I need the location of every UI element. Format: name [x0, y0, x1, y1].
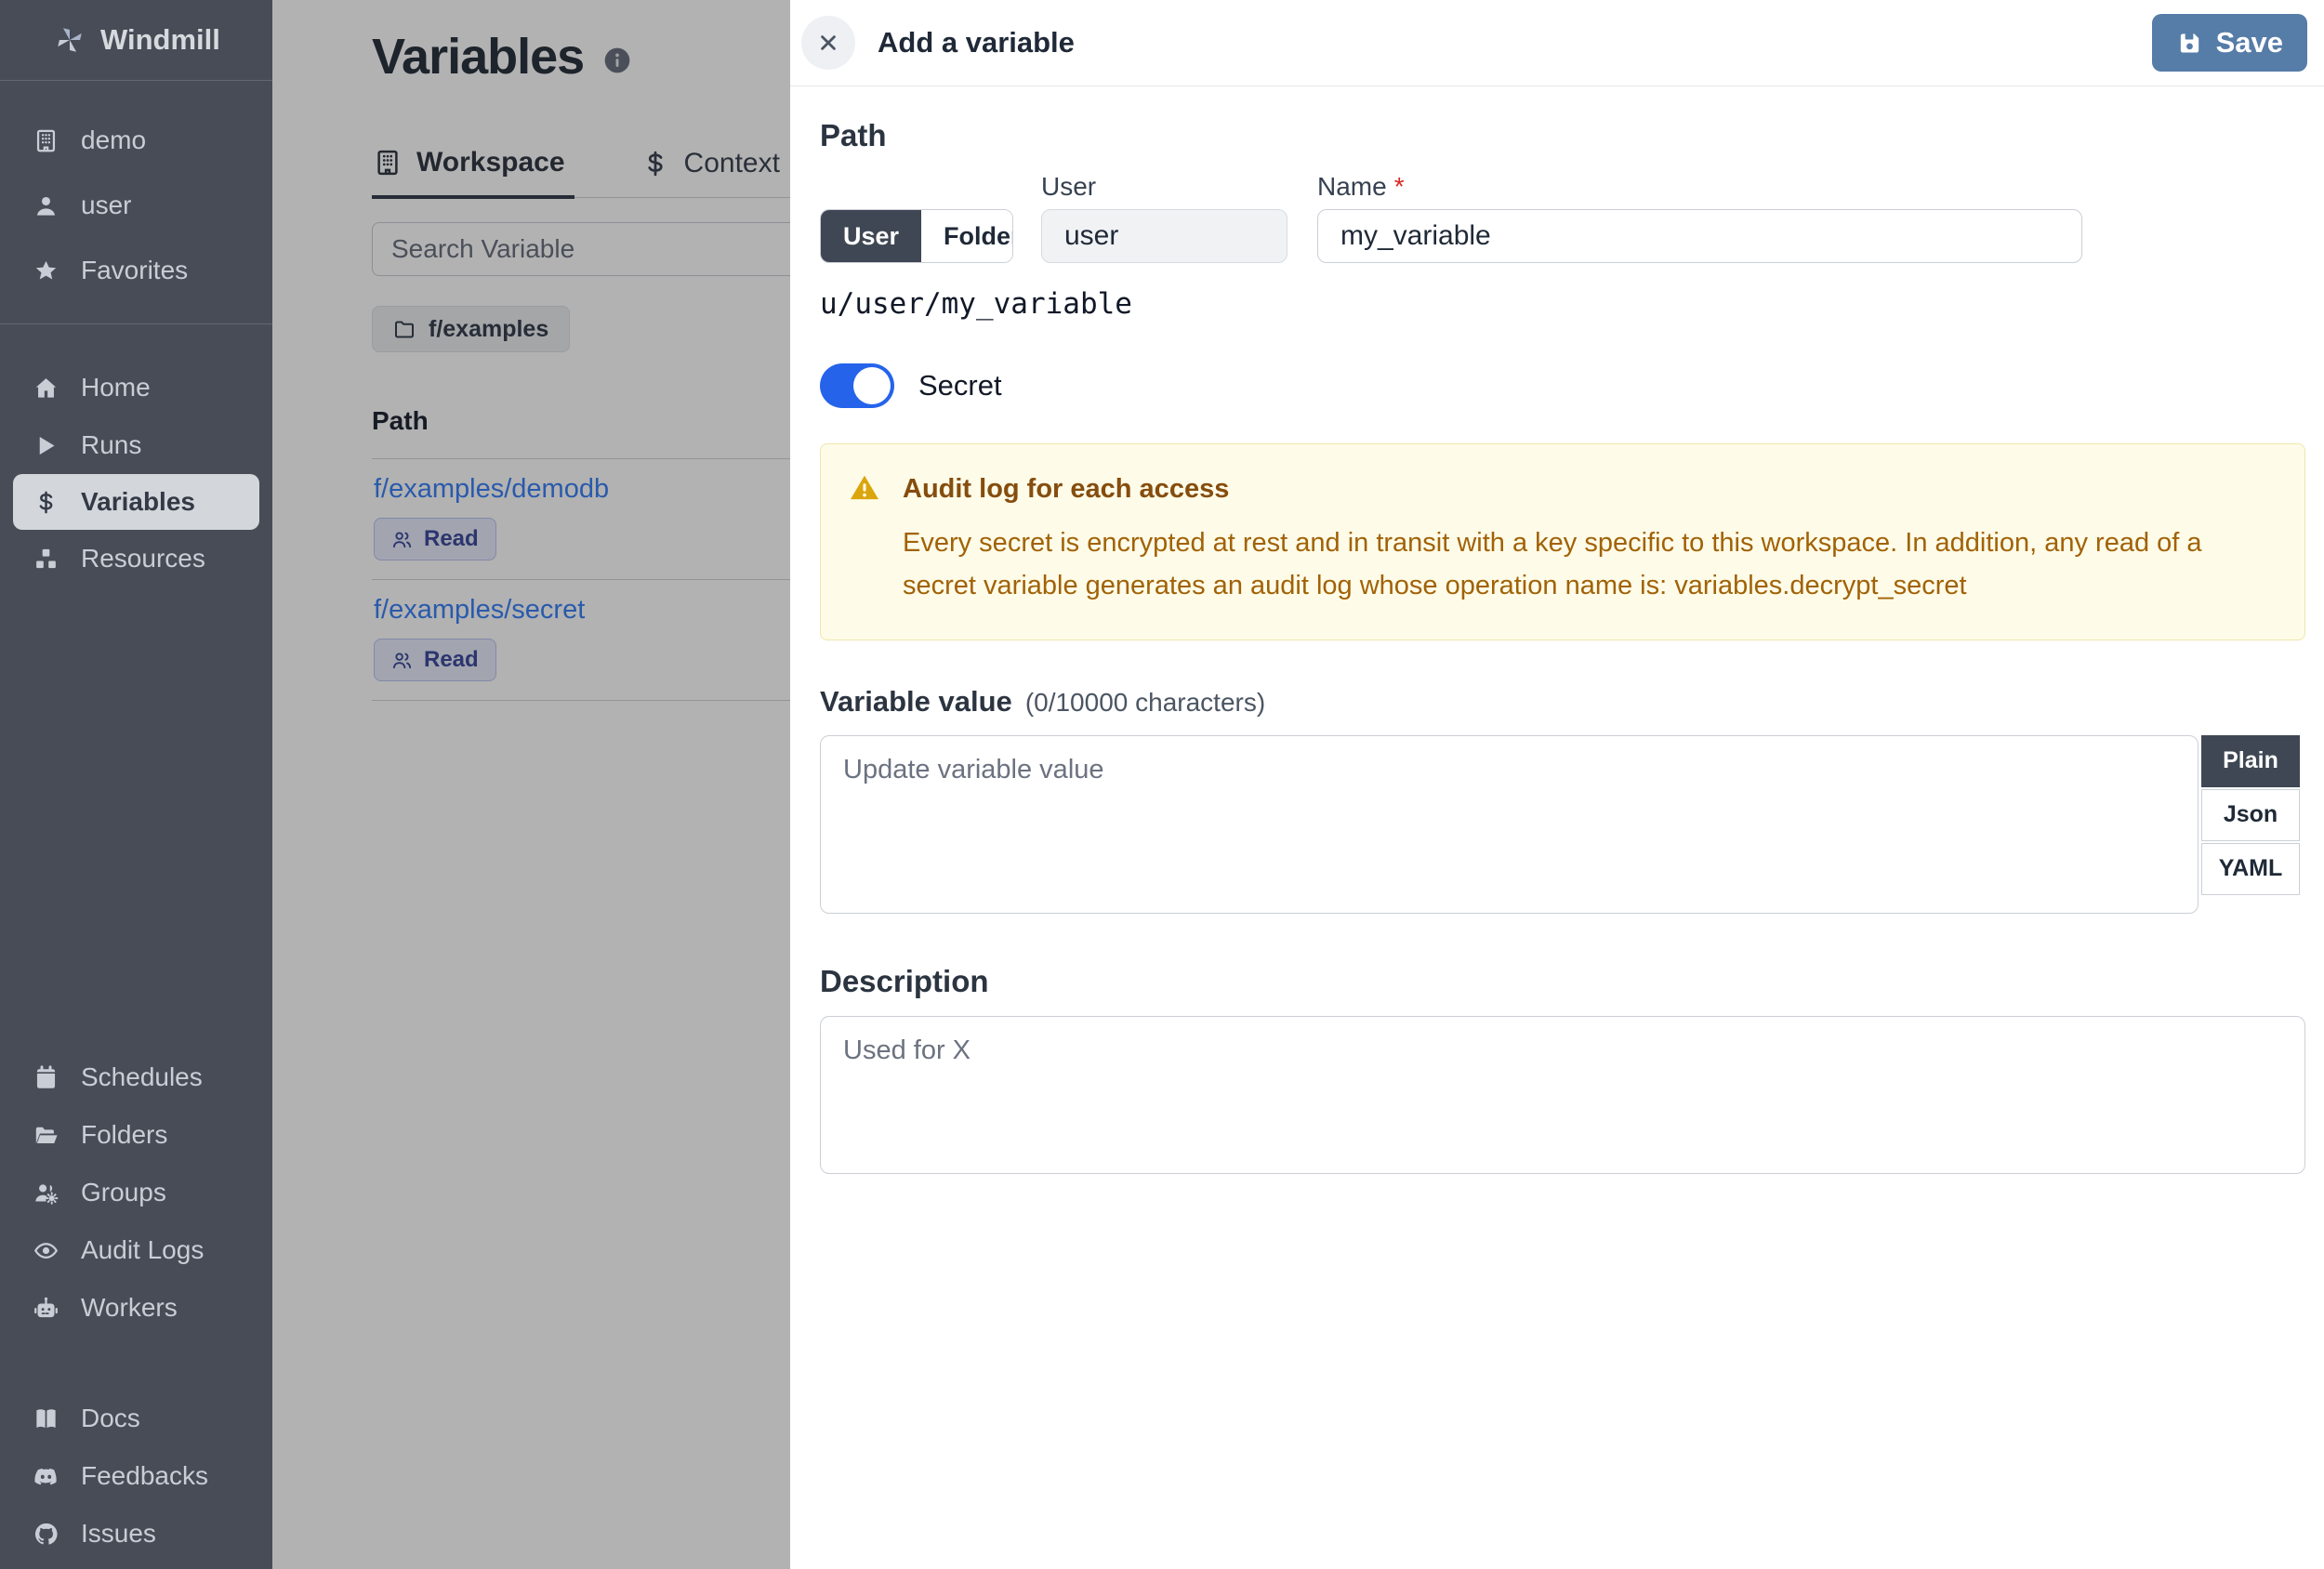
close-icon	[815, 30, 841, 56]
format-tab-plain[interactable]: Plain	[2201, 734, 2300, 787]
warning-title: Audit log for each access	[903, 474, 1230, 504]
sidebar-item-runs[interactable]: Runs	[0, 416, 272, 474]
value-format-tabs: Plain Json YAML	[2201, 734, 2300, 895]
save-button[interactable]: Save	[2151, 14, 2307, 72]
sidebar-item-label: Workers	[81, 1293, 178, 1322]
user-icon	[33, 193, 59, 218]
sidebar-item-label: Groups	[81, 1178, 166, 1206]
sidebar-item-label: Folders	[81, 1120, 168, 1149]
floppy-icon	[2176, 30, 2203, 57]
warning-icon	[849, 472, 880, 504]
sidebar: Windmill demo user Favorites Home Runs V…	[0, 0, 272, 1569]
sidebar-item-variables[interactable]: Variables	[13, 474, 259, 530]
dollar-icon	[33, 490, 59, 515]
format-tab-yaml[interactable]: YAML	[2201, 842, 2300, 895]
sidebar-item-workers[interactable]: Workers	[0, 1279, 272, 1337]
required-asterisk: *	[1393, 172, 1405, 201]
toggle-spacer	[820, 165, 1013, 209]
sidebar-item-groups[interactable]: Groups	[0, 1164, 272, 1221]
sidebar-item-label: Issues	[81, 1519, 156, 1548]
sidebar-item-label: Docs	[81, 1404, 140, 1432]
secret-toggle[interactable]	[820, 363, 894, 408]
variable-value-area: Plain Json YAML	[820, 734, 2305, 914]
star-icon	[33, 258, 59, 283]
calendar-icon	[33, 1065, 59, 1090]
description-heading: Description	[820, 963, 989, 998]
discord-icon	[33, 1464, 59, 1489]
sidebar-item-label: Feedbacks	[81, 1461, 208, 1490]
app-logo-label: Windmill	[100, 23, 220, 56]
robot-icon	[33, 1296, 59, 1321]
variable-value-textarea[interactable]	[820, 734, 2199, 914]
book-icon	[33, 1406, 59, 1431]
building-icon	[33, 128, 59, 153]
drawer-title: Add a variable	[878, 26, 1075, 59]
sidebar-item-favorites[interactable]: Favorites	[0, 238, 272, 303]
play-icon	[33, 433, 59, 458]
save-button-label: Save	[2215, 26, 2283, 59]
github-icon	[33, 1522, 59, 1547]
sidebar-item-label: Runs	[81, 430, 142, 459]
sidebar-item-label: Home	[81, 373, 151, 402]
folder-open-icon	[33, 1123, 59, 1148]
variable-value-heading: Variable value	[820, 684, 1012, 718]
sidebar-item-feedbacks[interactable]: Feedbacks	[0, 1447, 272, 1505]
name-label-text: Name	[1317, 172, 1387, 201]
sidebar-item-docs[interactable]: Docs	[0, 1390, 272, 1447]
name-field-label: Name *	[1317, 165, 2082, 209]
user-field-label: User	[1041, 172, 1097, 201]
close-button[interactable]	[801, 16, 855, 70]
sidebar-item-issues[interactable]: Issues	[0, 1505, 272, 1562]
format-tab-json[interactable]: Json	[2201, 788, 2300, 841]
secret-label: Secret	[918, 369, 1002, 402]
sidebar-workspace-group: demo user Favorites	[0, 108, 272, 303]
owner-input[interactable]	[1041, 209, 1287, 263]
warning-body: Every secret is encrypted at rest and in…	[903, 528, 2202, 601]
drawer-header: Add a variable Save	[790, 0, 2324, 86]
toggle-knob	[853, 367, 891, 404]
character-counter: (0/10000 characters)	[1024, 687, 1266, 717]
owner-kind-folder-segment[interactable]: Folder	[921, 210, 1012, 262]
cubes-icon	[33, 547, 59, 572]
owner-kind-user-segment[interactable]: User	[821, 210, 922, 262]
sidebar-item-home[interactable]: Home	[0, 359, 272, 416]
sidebar-item-label: user	[81, 191, 132, 219]
sidebar-item-resources[interactable]: Resources	[0, 530, 272, 587]
windmill-app: Windmill demo user Favorites Home Runs V…	[0, 0, 2324, 1569]
sidebar-item-label: Favorites	[81, 256, 189, 284]
sidebar-divider	[0, 323, 272, 324]
windmill-logo-icon	[54, 24, 86, 56]
sidebar-item-user[interactable]: user	[0, 173, 272, 238]
add-variable-drawer: Add a variable Save Path User Folder Use…	[790, 0, 2324, 1569]
sidebar-item-label: Variables	[81, 487, 195, 516]
path-form: User Folder User Name *	[820, 165, 2305, 263]
sidebar-item-label: Schedules	[81, 1062, 203, 1091]
sidebar-secondary-group: Schedules Folders Groups Audit Logs Work…	[0, 1048, 272, 1337]
variable-name-input[interactable]	[1317, 209, 2082, 263]
full-path-preview: u/user/my_variable	[820, 287, 1132, 321]
path-section-heading: Path	[820, 118, 887, 152]
eye-icon	[33, 1238, 59, 1263]
sidebar-item-audit-logs[interactable]: Audit Logs	[0, 1221, 272, 1279]
secret-row: Secret	[820, 363, 2305, 408]
sidebar-item-schedules[interactable]: Schedules	[0, 1048, 272, 1106]
sidebar-item-label: Audit Logs	[81, 1235, 205, 1264]
sidebar-footer-group: Docs Feedbacks Issues	[0, 1390, 272, 1562]
sidebar-item-workspace-demo[interactable]: demo	[0, 108, 272, 173]
app-logo[interactable]: Windmill	[0, 0, 272, 81]
audit-warning-box: Audit log for each access Every secret i…	[820, 443, 2305, 640]
owner-kind-toggle: User Folder	[820, 209, 1013, 263]
home-icon	[33, 376, 59, 401]
sidebar-item-folders[interactable]: Folders	[0, 1106, 272, 1164]
sidebar-item-label: Resources	[81, 544, 205, 573]
sidebar-item-label: demo	[81, 125, 147, 154]
description-textarea[interactable]	[820, 1015, 2305, 1174]
sidebar-nav-group: Home Runs Variables Resources	[0, 359, 272, 587]
users-gear-icon	[33, 1180, 59, 1206]
